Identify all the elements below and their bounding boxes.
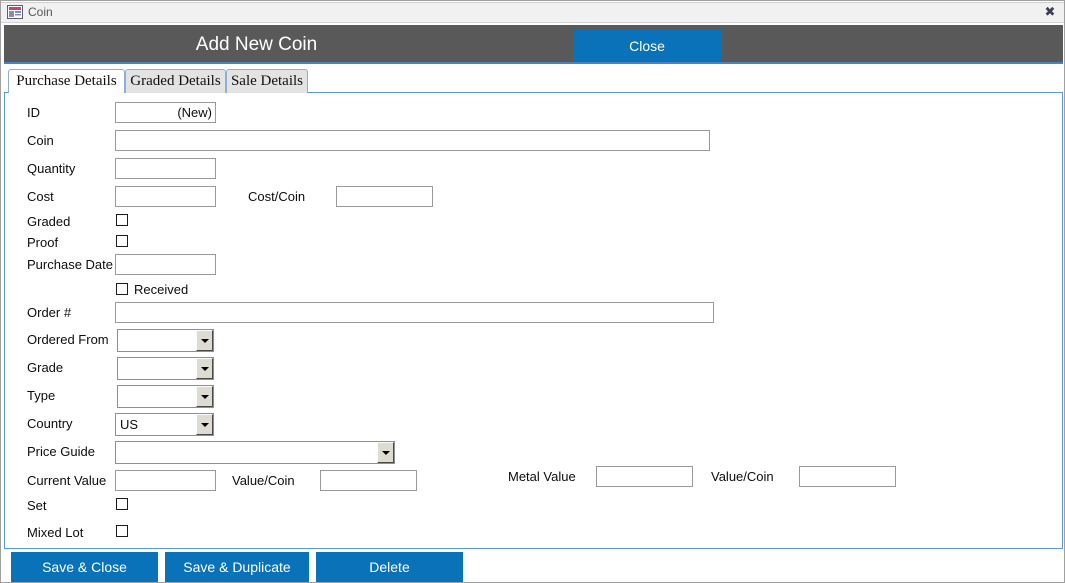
mixed-lot-label: Mixed Lot [27, 525, 84, 540]
country-combobox[interactable]: US [115, 413, 214, 436]
page-title: Add New Coin [195, 34, 318, 55]
quantity-label: Quantity [27, 161, 76, 176]
chevron-down-icon[interactable] [196, 386, 213, 407]
country-value: US [120, 417, 139, 432]
current-value-input[interactable] [115, 470, 216, 491]
save-and-duplicate-button[interactable]: Save & Duplicate [165, 552, 309, 582]
chevron-down-icon[interactable] [196, 330, 213, 351]
set-label: Set [27, 498, 47, 513]
close-icon[interactable]: ✖ [1042, 4, 1058, 20]
window-title: Coin [28, 5, 53, 19]
graded-label: Graded [27, 214, 71, 229]
proof-checkbox[interactable] [116, 235, 128, 247]
grade-label: Grade [27, 360, 64, 375]
tab-graded-details[interactable]: Graded Details [125, 69, 226, 93]
price-guide-combobox[interactable] [115, 441, 395, 464]
order-number-input[interactable] [115, 302, 714, 323]
tab-purchase-details-label: Purchase Details [16, 73, 117, 89]
tabstrip: Purchase Details Graded Details Sale Det… [4, 69, 1063, 93]
mixed-lot-checkbox[interactable] [116, 525, 128, 537]
form-header-band: Add New Coin Close [4, 25, 1063, 64]
type-label: Type [27, 388, 56, 403]
metal-value-per-coin-input[interactable] [799, 466, 896, 487]
current-value-label: Current Value [27, 473, 107, 488]
coin-form-window: Coin ✖ Add New Coin Close Purchase Detai… [0, 0, 1065, 583]
delete-button[interactable]: Delete [316, 552, 463, 582]
cost-input[interactable] [115, 186, 216, 207]
value-per-coin-input[interactable] [320, 470, 417, 491]
cost-per-coin-input[interactable] [336, 186, 433, 207]
window-titlebar: Coin ✖ [1, 1, 1064, 23]
value-per-coin-label: Value/Coin [232, 473, 295, 488]
received-label: Received [134, 282, 189, 297]
quantity-input[interactable] [115, 158, 216, 179]
proof-label: Proof [27, 235, 59, 250]
purchase-date-input[interactable] [115, 254, 216, 275]
purchase-date-label: Purchase Date [27, 257, 113, 272]
purchase-details-panel: ID Coin Quantity Cost Cost/Coin Graded P… [4, 92, 1063, 549]
id-input[interactable] [115, 102, 216, 123]
set-checkbox[interactable] [116, 498, 128, 510]
country-label: Country [27, 416, 73, 431]
metal-value-input[interactable] [596, 466, 693, 487]
chevron-down-icon[interactable] [196, 414, 213, 435]
tab-graded-details-label: Graded Details [130, 73, 221, 89]
order-number-label: Order # [27, 305, 72, 320]
grade-combobox[interactable] [117, 357, 214, 380]
received-checkbox[interactable] [116, 283, 128, 295]
ordered-from-label: Ordered From [27, 332, 109, 347]
coin-label: Coin [27, 133, 54, 148]
coin-input[interactable] [115, 130, 710, 151]
tab-sale-details-label: Sale Details [230, 73, 304, 89]
cost-per-coin-label: Cost/Coin [248, 189, 306, 204]
action-button-bar: Save & Close Save & Duplicate Delete [1, 550, 1064, 582]
save-and-close-button[interactable]: Save & Close [11, 552, 158, 582]
graded-checkbox[interactable] [116, 214, 128, 226]
access-form-icon [7, 5, 23, 19]
ordered-from-combobox[interactable] [117, 329, 214, 352]
tab-sale-details[interactable]: Sale Details [226, 69, 308, 93]
price-guide-label: Price Guide [27, 444, 95, 459]
id-label: ID [27, 105, 40, 120]
close-button[interactable]: Close [573, 30, 721, 61]
chevron-down-icon[interactable] [377, 442, 394, 463]
metal-value-per-coin-label: Value/Coin [711, 469, 774, 484]
cost-label: Cost [27, 189, 54, 204]
titlebar-top-edge [1, 1, 1064, 3]
metal-value-label: Metal Value [508, 469, 576, 484]
chevron-down-icon[interactable] [196, 358, 213, 379]
type-combobox[interactable] [117, 385, 214, 408]
tab-purchase-details[interactable]: Purchase Details [8, 69, 125, 93]
